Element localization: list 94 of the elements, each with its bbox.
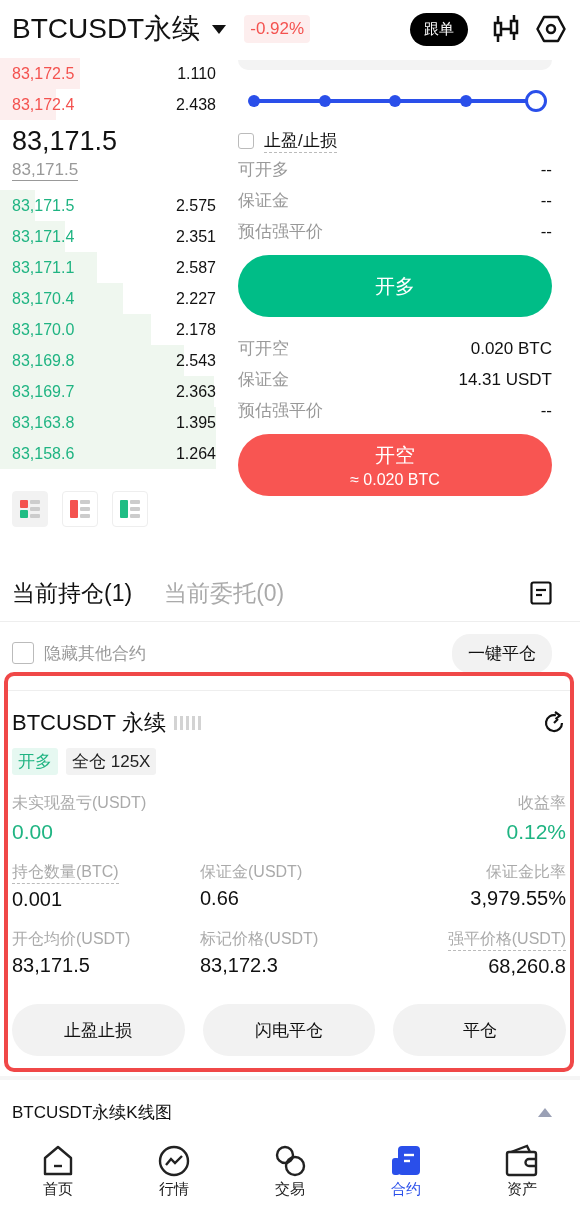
stat-value: 3,979.55% xyxy=(470,887,566,910)
info-value: -- xyxy=(540,400,552,421)
bid-quantity: 1.395 xyxy=(175,413,216,432)
kline-chart-title[interactable]: BTCUSDT永续K线图 xyxy=(12,1100,172,1124)
info-value: -- xyxy=(540,159,552,180)
bid-price[interactable]: 83,171.4 xyxy=(12,227,75,246)
hide-other-label[interactable]: 隐藏其他合约 xyxy=(44,641,146,665)
bid-price[interactable]: 83,163.8 xyxy=(12,413,75,432)
bid-price[interactable]: 83,170.0 xyxy=(12,320,75,339)
bid-quantity: 2.351 xyxy=(175,227,216,246)
stat-value: 0.66 xyxy=(200,887,240,910)
ask-price[interactable]: 83,172.4 xyxy=(12,95,75,114)
stat-label[interactable]: 持仓数量(BTC) xyxy=(12,862,119,884)
bids-book-icon xyxy=(120,500,140,518)
info-label: 可开空 xyxy=(238,338,289,360)
collapse-icon[interactable] xyxy=(538,1107,552,1117)
ask-quantity: 1.110 xyxy=(177,64,216,83)
bid-quantity: 2.543 xyxy=(175,351,216,370)
tp-sl-label[interactable]: 止盈/止损 xyxy=(264,129,337,153)
tab[interactable]: 当前委托(0) xyxy=(164,577,285,609)
caret-icon[interactable] xyxy=(212,24,227,34)
bid-price[interactable]: 83,158.6 xyxy=(12,444,75,463)
stat-label: 开仓均价(USDT) xyxy=(12,929,131,949)
nav-tab[interactable]: 行情 xyxy=(134,1144,214,1199)
bid-quantity: 1.264 xyxy=(175,444,216,463)
bid-quantity: 2.587 xyxy=(175,258,216,277)
info-label: 预估强平价 xyxy=(238,400,323,422)
nav-tab[interactable]: 资产 xyxy=(482,1144,562,1199)
nav-tab[interactable]: 合约 xyxy=(366,1144,446,1199)
book-view-button[interactable] xyxy=(62,491,98,527)
stat-value: 83,171.5 xyxy=(12,954,91,977)
tab[interactable]: 当前持仓(1) xyxy=(12,577,133,609)
checkbox[interactable] xyxy=(238,133,254,149)
position-action-button[interactable]: 闪电平仓 xyxy=(202,1004,376,1056)
stat-value: 0.12% xyxy=(506,820,566,844)
share-icon[interactable] xyxy=(542,711,566,735)
open-short-button[interactable]: 开空 ≈ 0.020 BTC xyxy=(238,434,552,496)
book-view-button[interactable] xyxy=(12,491,48,527)
nav-tab[interactable]: 交易 xyxy=(250,1144,330,1199)
stat-label: 未实现盈亏(USDT) xyxy=(12,793,147,813)
open-long-button[interactable]: 开多 xyxy=(238,255,552,317)
bid-price[interactable]: 83,171.5 xyxy=(12,196,75,215)
chart-icon xyxy=(157,1144,191,1178)
split-book-icon xyxy=(20,500,40,518)
stat-value: 68,260.8 xyxy=(488,955,566,978)
bid-price[interactable]: 83,169.8 xyxy=(12,351,75,370)
document-icon xyxy=(389,1144,423,1178)
stat-label: 标记价格(USDT) xyxy=(200,929,319,949)
stat-label[interactable]: 强平价格(USDT) xyxy=(447,929,566,951)
info-label: 预估强平价 xyxy=(238,221,323,243)
bid-quantity: 2.178 xyxy=(175,320,216,339)
last-price: 83,171.5 xyxy=(11,125,119,158)
candlestick-icon[interactable] xyxy=(492,14,520,44)
info-label: 保证金 xyxy=(238,369,289,391)
swap-icon xyxy=(273,1144,307,1178)
info-value: -- xyxy=(540,221,552,242)
bid-price[interactable]: 83,171.1 xyxy=(12,258,75,277)
bid-quantity: 2.363 xyxy=(175,382,216,401)
checkbox[interactable] xyxy=(12,642,34,664)
ask-quantity: 2.438 xyxy=(175,95,216,114)
bid-price[interactable]: 83,169.7 xyxy=(12,382,75,401)
nav-tab[interactable]: 首页 xyxy=(18,1144,98,1199)
bid-price[interactable]: 83,170.4 xyxy=(12,289,75,308)
document-icon[interactable] xyxy=(530,581,552,605)
wallet-icon xyxy=(505,1144,539,1178)
bid-quantity: 2.227 xyxy=(175,289,216,308)
stat-value: 0.001 xyxy=(12,888,64,911)
info-value: 14.31 USDT xyxy=(458,369,552,390)
copy-trade-button[interactable]: 跟单 xyxy=(410,12,468,46)
stat-value: 0.00 xyxy=(12,820,54,844)
margin-mode-tag: 全仓 125X xyxy=(66,748,157,775)
position-action-button[interactable]: 止盈止损 xyxy=(12,1004,185,1056)
home-icon xyxy=(41,1144,75,1178)
info-label: 可开多 xyxy=(238,159,289,181)
info-value: -- xyxy=(540,190,552,211)
bid-quantity: 2.575 xyxy=(175,196,216,215)
info-label: 保证金 xyxy=(238,190,289,212)
stat-label: 保证金(USDT) xyxy=(200,862,303,882)
info-value: 0.020 BTC xyxy=(470,338,552,359)
position-action-button[interactable]: 平仓 xyxy=(393,1004,566,1056)
mark-price[interactable]: 83,171.5 xyxy=(12,160,79,181)
close-all-button[interactable]: 一键平仓 xyxy=(452,633,552,673)
stat-value: 83,172.3 xyxy=(200,954,279,977)
price-change-badge: -0.92% xyxy=(244,15,311,43)
position-symbol: BTCUSDT 永续 xyxy=(12,709,166,737)
side-tag: 开多 xyxy=(12,748,58,775)
book-view-button[interactable] xyxy=(112,491,148,527)
symbol-title[interactable]: BTCUSDT永续 xyxy=(12,10,201,48)
asks-book-icon xyxy=(70,500,90,518)
bars-icon xyxy=(173,716,202,730)
stat-label: 收益率 xyxy=(518,793,566,813)
settings-icon[interactable] xyxy=(536,15,566,43)
ask-price[interactable]: 83,172.5 xyxy=(12,64,75,83)
stat-label: 保证金比率 xyxy=(486,862,566,882)
